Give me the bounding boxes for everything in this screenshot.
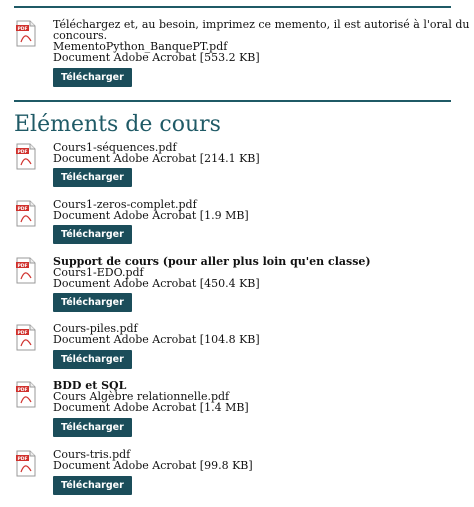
pdf-icon: PDF	[16, 143, 36, 170]
pdf-icon: PDF	[16, 450, 36, 477]
svg-text:PDF: PDF	[17, 206, 27, 212]
memento-filemeta: Document Adobe Acrobat [553.2 KB]	[53, 51, 260, 64]
svg-text:PDF: PDF	[17, 263, 27, 269]
section-divider	[14, 100, 451, 102]
pdf-icon: PDF	[16, 200, 36, 227]
list-item-text: Cours-tris.pdf Document Adobe Acrobat [9…	[53, 449, 253, 471]
pdf-icon: PDF	[16, 324, 36, 351]
svg-text:PDF: PDF	[17, 456, 27, 462]
file-meta: Document Adobe Acrobat [214.1 KB]	[53, 152, 260, 165]
file-meta: Document Adobe Acrobat [1.4 MB]	[53, 401, 249, 414]
memento-description: Téléchargez et, au besoin, imprimez ce m…	[53, 18, 470, 31]
download-button[interactable]: Télécharger	[53, 476, 132, 495]
download-button[interactable]: Télécharger	[53, 225, 132, 244]
svg-text:PDF: PDF	[17, 26, 27, 32]
memento-text: Téléchargez et, au besoin, imprimez ce m…	[53, 19, 469, 63]
file-meta: Document Adobe Acrobat [450.4 KB]	[53, 277, 260, 290]
download-button[interactable]: Télécharger	[53, 293, 132, 312]
list-item-text: Cours1-zeros-complet.pdf Document Adobe …	[53, 199, 249, 221]
file-meta: Document Adobe Acrobat [99.8 KB]	[53, 459, 253, 472]
download-button[interactable]: Télécharger	[53, 418, 132, 437]
pdf-icon: PDF	[16, 381, 36, 408]
svg-text:PDF: PDF	[17, 149, 27, 155]
file-meta: Document Adobe Acrobat [1.9 MB]	[53, 209, 249, 222]
top-divider	[14, 6, 451, 8]
svg-text:PDF: PDF	[17, 330, 27, 336]
download-button-memento[interactable]: Télécharger	[53, 68, 132, 87]
pdf-icon: PDF	[16, 20, 36, 47]
file-meta: Document Adobe Acrobat [104.8 KB]	[53, 333, 260, 346]
list-item-text: BDD et SQL Cours Algèbre relationnelle.p…	[53, 380, 249, 413]
pdf-icon: PDF	[16, 257, 36, 284]
list-item-text: Cours-piles.pdf Document Adobe Acrobat […	[53, 323, 260, 345]
download-button[interactable]: Télécharger	[53, 350, 132, 369]
list-item-text: Support de cours (pour aller plus loin q…	[53, 256, 371, 289]
section-title: Eléments de cours	[14, 112, 221, 137]
svg-text:PDF: PDF	[17, 387, 27, 393]
download-button[interactable]: Télécharger	[53, 168, 132, 187]
list-item-text: Cours1-séquences.pdf Document Adobe Acro…	[53, 142, 260, 164]
